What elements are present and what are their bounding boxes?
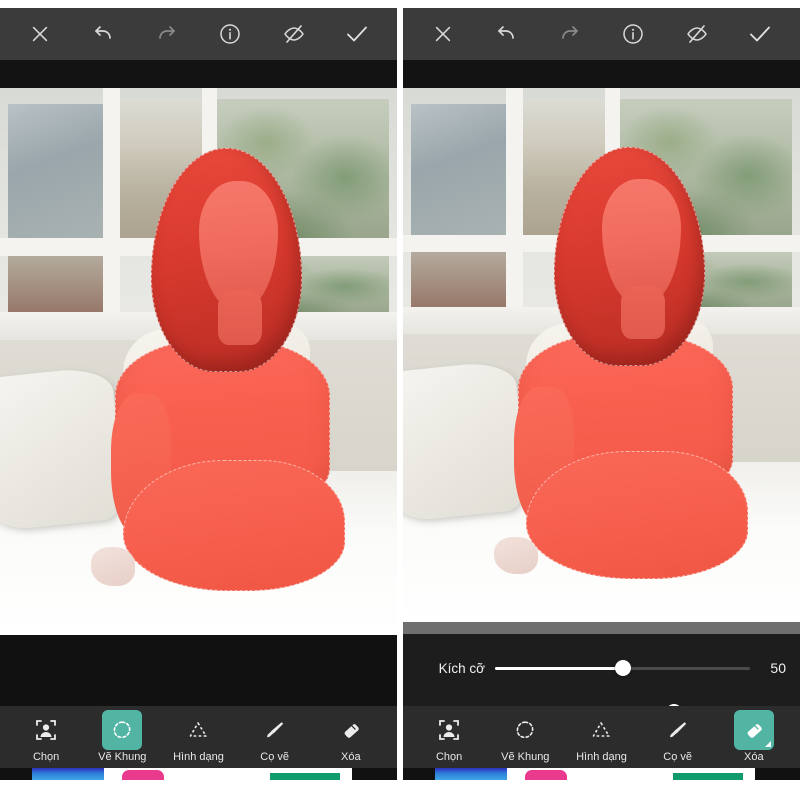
tool-label: Cọ vẽ	[260, 751, 290, 763]
tool-label: Hình dạng	[173, 751, 224, 763]
strip-item-blue[interactable]	[32, 768, 104, 780]
tool-chon[interactable]: Chọn	[13, 710, 79, 763]
eraser-icon	[733, 710, 774, 750]
redo-button[interactable]	[550, 14, 590, 54]
tool-label: Vẽ Khung	[501, 751, 550, 763]
apply-button[interactable]	[337, 14, 377, 54]
close-button[interactable]	[423, 14, 463, 54]
tool-hinh-dang[interactable]: Hình dạng	[165, 710, 231, 763]
tool-chon[interactable]: Chọn	[416, 710, 482, 763]
slider-track-fill	[495, 666, 623, 670]
strip-item-white[interactable]	[507, 768, 755, 780]
tool-label: Xóa	[341, 751, 361, 763]
foot	[91, 547, 135, 586]
eye-slash-icon	[686, 25, 707, 43]
tool-label: Vẽ Khung	[98, 751, 147, 763]
eraser-icon	[331, 710, 371, 750]
strip-item-pink[interactable]	[525, 770, 567, 780]
info-icon	[220, 24, 240, 44]
top-gap-right	[403, 60, 800, 88]
undo-icon	[95, 26, 112, 39]
neck-mask	[621, 285, 665, 339]
photo-right	[403, 88, 800, 622]
top-toolbar-right	[403, 8, 800, 60]
info-button[interactable]	[613, 14, 653, 54]
tool-label: Cọ vẽ	[663, 751, 693, 763]
undo-icon	[498, 26, 515, 39]
redo-icon	[561, 26, 578, 39]
foot	[494, 536, 538, 574]
tool-co-ve[interactable]: Cọ vẽ	[645, 710, 711, 763]
subject-mask	[0, 88, 397, 635]
panel-left: Chọn Vẽ Khung Hình dạng Cọ vẽ Xóa	[0, 0, 397, 800]
check-icon	[347, 26, 367, 42]
redo-button[interactable]	[147, 14, 187, 54]
lasso-icon	[102, 710, 143, 750]
brush-icon	[255, 710, 295, 750]
tool-label: Hình dạng	[576, 751, 627, 763]
close-icon	[32, 26, 48, 42]
legs-mask	[526, 451, 749, 580]
tool-xoa[interactable]: Xóa	[721, 710, 787, 763]
tool-ve-khung[interactable]: Vẽ Khung	[89, 710, 155, 763]
phone-screen-left: Chọn Vẽ Khung Hình dạng Cọ vẽ Xóa	[0, 8, 397, 780]
eye-slash-icon	[283, 25, 304, 43]
strip-item-blue[interactable]	[435, 768, 507, 780]
slider-knob[interactable]	[614, 660, 631, 676]
apply-button[interactable]	[740, 14, 780, 54]
size-slider[interactable]	[495, 659, 750, 677]
redo-icon	[158, 26, 175, 39]
top-gap-left	[0, 60, 397, 88]
slider-label-size: Kích cỡ	[438, 660, 485, 676]
strip-pad	[0, 768, 32, 780]
top-toolbar	[0, 8, 397, 60]
lasso-icon	[505, 710, 545, 750]
bottom-toolbar-right: Chọn Vẽ Khung Hình dạng Cọ vẽ Xóa	[403, 706, 800, 768]
strip-pad	[403, 768, 435, 780]
sticker-strip-right[interactable]	[403, 768, 800, 780]
neck-mask	[218, 290, 262, 346]
slider-value-size: 50	[770, 660, 786, 676]
preview-button[interactable]	[274, 14, 314, 54]
bottom-toolbar-left: Chọn Vẽ Khung Hình dạng Cọ vẽ Xóa	[0, 706, 397, 768]
slider-row-size: Kích cỡ 50	[403, 646, 800, 690]
tool-hinh-dang[interactable]: Hình dạng	[568, 710, 634, 763]
undo-button[interactable]	[83, 14, 123, 54]
subject-mask	[403, 88, 800, 622]
tool-co-ve[interactable]: Cọ vẽ	[242, 710, 308, 763]
tool-label: Chọn	[32, 751, 60, 763]
tool-xoa[interactable]: Xóa	[318, 710, 384, 763]
tool-label: Chọn	[435, 751, 463, 763]
close-icon	[435, 26, 451, 42]
brush-icon	[658, 710, 698, 750]
close-button[interactable]	[20, 14, 60, 54]
info-icon	[623, 24, 643, 44]
undo-button[interactable]	[486, 14, 526, 54]
strip-item-white[interactable]	[104, 768, 352, 780]
preview-button[interactable]	[677, 14, 717, 54]
screenshot-root: Chọn Vẽ Khung Hình dạng Cọ vẽ Xóa Kích c…	[0, 0, 800, 800]
photo-left	[0, 88, 397, 635]
image-canvas-right[interactable]	[403, 88, 800, 622]
strip-item-green[interactable]	[673, 773, 743, 780]
slider-divider-bar	[403, 622, 800, 634]
strip-pad-end	[755, 768, 800, 780]
shape-triangle-icon	[581, 710, 621, 750]
sticker-strip-left[interactable]	[0, 768, 397, 780]
strip-pad-end	[352, 768, 397, 780]
shape-triangle-icon	[178, 710, 218, 750]
tool-ve-khung[interactable]: Vẽ Khung	[492, 710, 558, 763]
person-select-icon	[429, 710, 469, 750]
tool-options-indicator-icon	[764, 741, 771, 747]
panel-right: Kích cỡ 50 Độ cứng 70	[403, 0, 800, 800]
image-canvas-left[interactable]	[0, 88, 397, 635]
legs-mask	[123, 459, 346, 592]
check-icon	[750, 26, 770, 42]
strip-item-pink[interactable]	[122, 770, 164, 780]
person-select-icon	[26, 710, 66, 750]
info-button[interactable]	[210, 14, 250, 54]
phone-screen-right: Kích cỡ 50 Độ cứng 70	[403, 8, 800, 780]
strip-item-green[interactable]	[270, 773, 340, 780]
tool-label: Xóa	[744, 751, 764, 763]
